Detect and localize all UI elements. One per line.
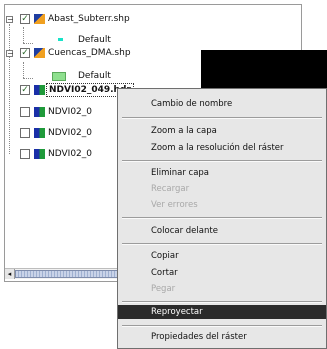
menu-item-zoom-layer[interactable]: Zoom a la capa: [118, 124, 326, 138]
point-symbol-icon: [58, 38, 63, 41]
raster-layer-icon: [34, 107, 45, 117]
menu-item-rename[interactable]: Cambio de nombre: [118, 97, 326, 111]
menu-item-reload[interactable]: Recargar: [118, 182, 326, 196]
menu-item-bring-front[interactable]: Colocar delante: [118, 224, 326, 238]
legend-label: Default: [78, 35, 111, 45]
layer-name: NDVI02_0: [48, 128, 92, 138]
layer-visibility-checkbox[interactable]: ✓: [20, 14, 30, 24]
menu-separator: [122, 160, 322, 162]
menu-item-copy[interactable]: Copiar: [118, 249, 326, 263]
layer-name: NDVI02_0: [48, 107, 92, 117]
menu-item-paste[interactable]: Pegar: [118, 282, 326, 296]
layer-visibility-checkbox[interactable]: [20, 128, 30, 138]
layer-visibility-checkbox[interactable]: ✓: [20, 85, 30, 95]
layer-visibility-checkbox[interactable]: [20, 107, 30, 117]
vector-layer-icon: [34, 48, 45, 58]
menu-separator: [122, 301, 322, 303]
menu-separator: [122, 117, 322, 119]
vector-layer-icon: [34, 14, 45, 24]
menu-separator: [122, 243, 322, 245]
menu-item-reproject[interactable]: Reproyectar: [118, 305, 326, 319]
layer-row-cuencas[interactable]: − ✓ Cuencas_DMA.shp: [0, 46, 200, 60]
layer-name: Abast_Subterr.shp: [48, 14, 130, 24]
menu-item-view-errors[interactable]: Ver errores: [118, 198, 326, 212]
layer-visibility-checkbox[interactable]: ✓: [20, 48, 30, 58]
collapse-toggle-icon[interactable]: −: [6, 50, 14, 58]
layer-name: Cuencas_DMA.shp: [48, 48, 131, 58]
menu-item-cut[interactable]: Cortar: [118, 266, 326, 280]
layer-row[interactable]: NDVI02_0: [0, 126, 120, 140]
layer-row[interactable]: NDVI02_0: [0, 105, 120, 119]
layer-visibility-checkbox[interactable]: [20, 149, 30, 159]
legend-row: Default: [0, 69, 200, 83]
menu-separator: [122, 325, 322, 327]
menu-item-raster-properties[interactable]: Propiedades del ráster: [118, 330, 326, 344]
raster-layer-icon: [34, 149, 45, 159]
scroll-left-icon[interactable]: ◂: [5, 269, 15, 279]
raster-layer-icon: [34, 128, 45, 138]
legend-row: Default: [0, 33, 200, 47]
collapse-toggle-icon[interactable]: −: [6, 16, 14, 24]
menu-item-zoom-raster-resolution[interactable]: Zoom a la resolución del ráster: [118, 141, 326, 155]
layer-name: NDVI02_0: [48, 149, 92, 159]
menu-item-remove-layer[interactable]: Eliminar capa: [118, 166, 326, 180]
layer-row[interactable]: NDVI02_0: [0, 147, 120, 161]
polygon-symbol-icon: [52, 72, 66, 81]
raster-layer-icon: [34, 85, 45, 95]
scrollbar-thumb[interactable]: [15, 270, 125, 278]
layer-row-abast[interactable]: − ✓ Abast_Subterr.shp: [0, 12, 200, 26]
legend-label: Default: [78, 71, 111, 81]
layer-context-menu: Cambio de nombre Zoom a la capa Zoom a l…: [117, 88, 327, 349]
menu-separator: [122, 217, 322, 219]
